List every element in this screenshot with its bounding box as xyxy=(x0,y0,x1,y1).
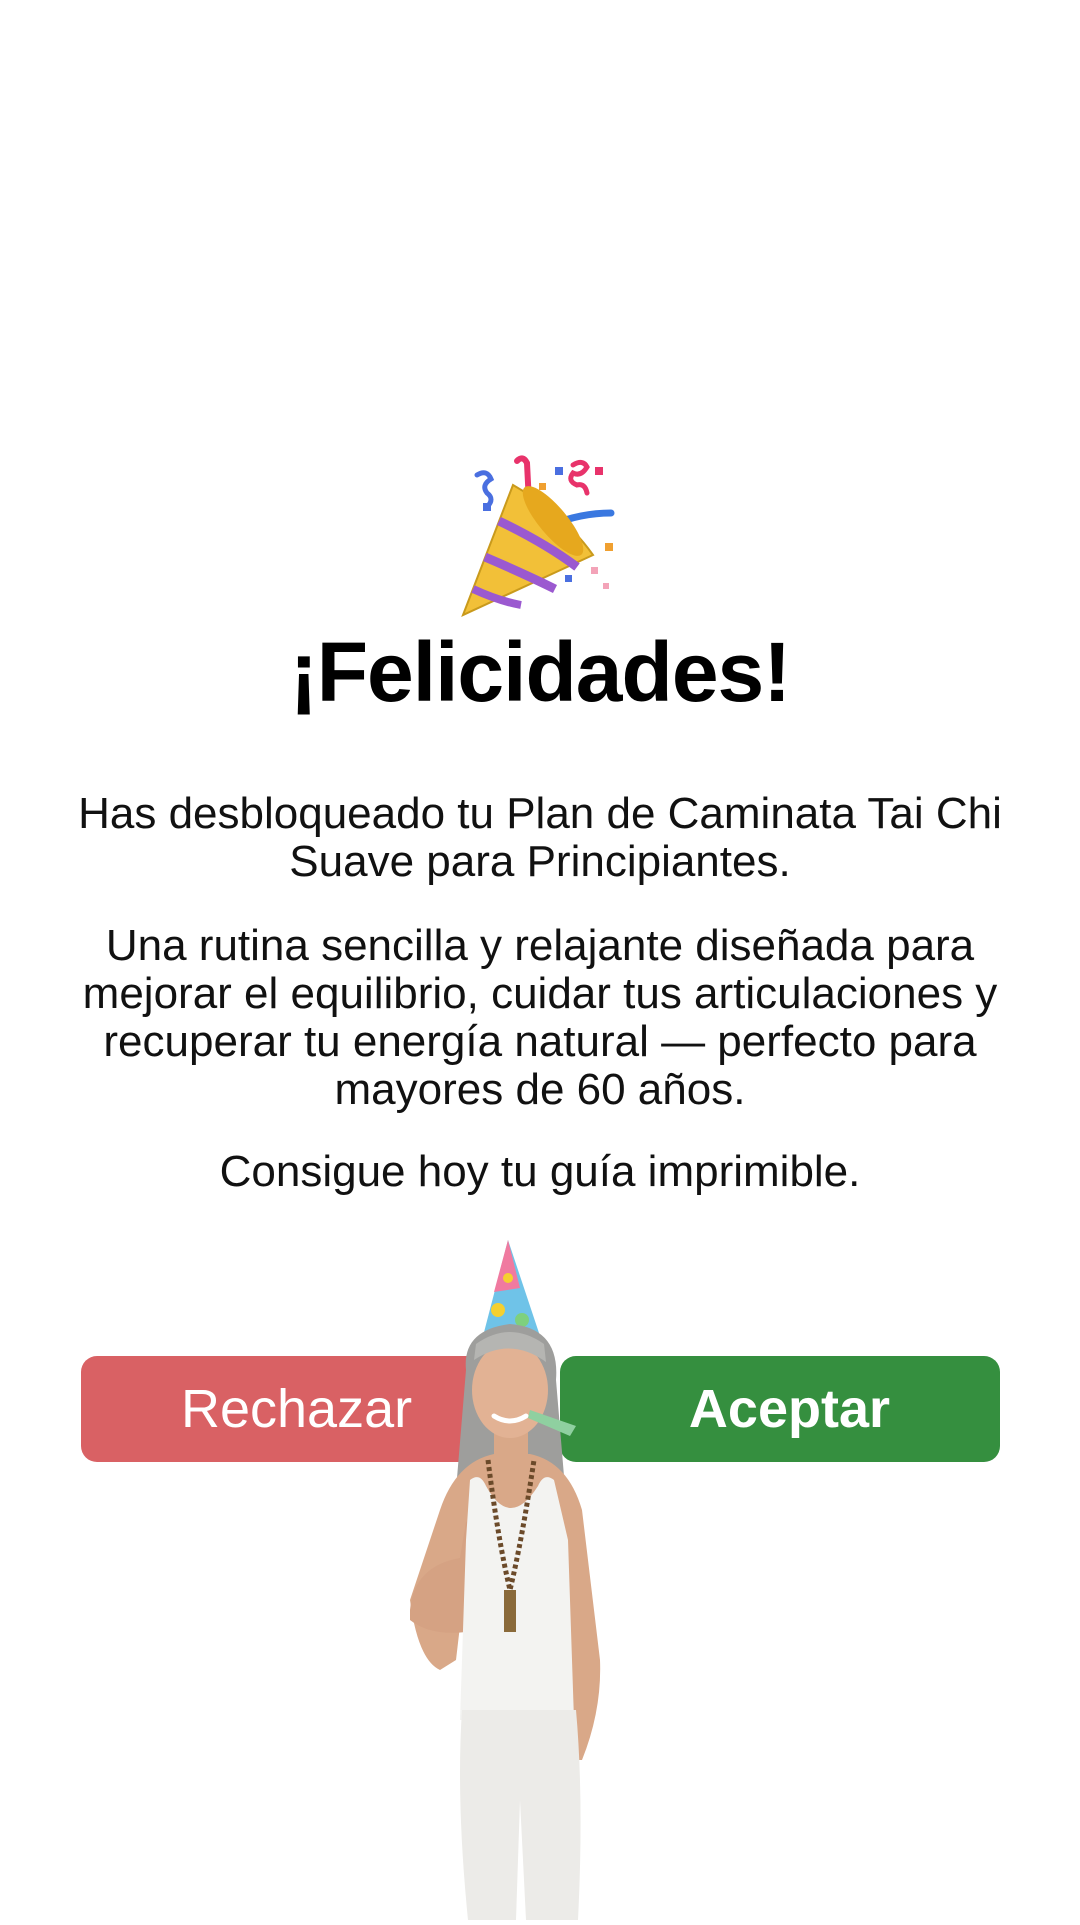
plan-description: Una rutina sencilla y relajante diseñada… xyxy=(82,921,998,1114)
call-to-action-text: Consigue hoy tu guía imprimible. xyxy=(219,1147,861,1196)
celebrating-woman-illustration xyxy=(370,1240,690,1920)
unlock-message: Has desbloqueado tu Plan de Caminata Tai… xyxy=(78,789,1002,886)
party-popper-icon xyxy=(455,455,625,620)
page-title: ¡Felicidades! xyxy=(289,625,791,719)
